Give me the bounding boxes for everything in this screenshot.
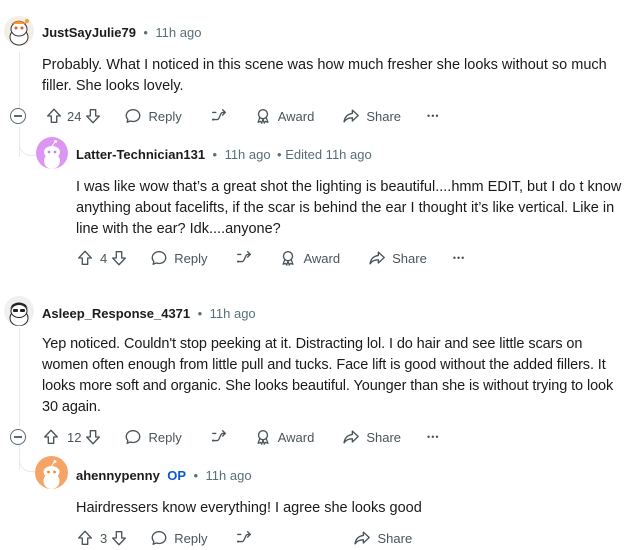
branch-icon[interactable]: [235, 529, 253, 547]
vote-count: 24: [67, 108, 82, 124]
reply-label: Reply: [148, 429, 182, 445]
reply-button[interactable]: Reply: [124, 428, 182, 446]
avatar[interactable]: [4, 296, 34, 326]
share-arrow-icon: [342, 107, 360, 125]
share-button[interactable]: Share: [368, 249, 427, 267]
share-arrow-icon: [368, 249, 386, 267]
reply-button[interactable]: Reply: [150, 529, 207, 547]
op-badge: OP: [167, 468, 187, 483]
username[interactable]: JustSayJulie79: [42, 25, 136, 40]
award-label: Award: [303, 250, 341, 266]
edited-label: • Edited 11h ago: [277, 147, 372, 162]
share-arrow-icon: [353, 529, 371, 547]
share-button[interactable]: Share: [342, 428, 401, 446]
avatar[interactable]: [36, 137, 68, 169]
meta-dot: •: [212, 147, 218, 162]
reply-button[interactable]: Reply: [150, 249, 207, 267]
more-options-button[interactable]: •••: [427, 111, 439, 121]
award-ribbon-icon: [279, 249, 297, 267]
award-ribbon-icon: [254, 107, 272, 125]
reply-label: Reply: [174, 530, 208, 546]
username[interactable]: ahennypenny: [76, 468, 160, 483]
comment-actions: 24 Reply Award Share •••: [45, 104, 440, 128]
upvote-icon[interactable]: [76, 529, 94, 547]
collapse-minus-icon: [14, 115, 22, 117]
username[interactable]: Latter-Technician131: [76, 147, 205, 162]
comment-body: I was like wow that’s a great shot the l…: [76, 179, 622, 237]
award-button[interactable]: Award: [279, 249, 340, 267]
vote-count: 3: [100, 530, 108, 546]
timestamp[interactable]: 11h ago: [225, 147, 271, 162]
upvote-icon[interactable]: [76, 249, 94, 267]
award-button[interactable]: Award: [254, 107, 315, 125]
share-label: Share: [366, 108, 402, 124]
reply-button[interactable]: Reply: [124, 107, 182, 125]
branch-icon[interactable]: [210, 107, 228, 125]
vote-count: 12: [67, 429, 82, 445]
reply-bubble-icon: [124, 107, 142, 125]
comment-body: Yep noticed. Couldn't stop peeking at it…: [42, 336, 614, 415]
thread-connector: [19, 445, 36, 472]
thread-connector: [19, 127, 36, 156]
collapse-button[interactable]: [10, 108, 26, 124]
upvote-icon[interactable]: [42, 428, 60, 446]
comment-actions: 4 Reply Award Share •••: [76, 246, 465, 270]
reply-label: Reply: [174, 250, 208, 266]
more-options-button[interactable]: •••: [453, 253, 465, 263]
share-label: Share: [392, 250, 427, 266]
vote-count: 4: [100, 250, 108, 266]
meta-dot: •: [193, 468, 199, 483]
thread-line: [19, 328, 20, 426]
award-button[interactable]: Award: [254, 428, 315, 446]
username[interactable]: Asleep_Response_4371: [42, 306, 190, 321]
downvote-icon[interactable]: [84, 107, 102, 125]
comment-body: Hairdressers know everything! I agree sh…: [76, 500, 422, 516]
timestamp[interactable]: 11h ago: [155, 25, 201, 40]
share-button[interactable]: Share: [342, 107, 401, 125]
comment-actions: 3 Reply Share: [76, 526, 412, 550]
branch-icon[interactable]: [210, 428, 228, 446]
award-label: Award: [277, 108, 315, 124]
branch-icon[interactable]: [235, 249, 253, 267]
comment-body: Probably. What I noticed in this scene w…: [42, 57, 607, 94]
share-label: Share: [366, 429, 402, 445]
share-label: Share: [377, 530, 413, 546]
collapse-button[interactable]: [10, 429, 26, 445]
collapse-minus-icon: [14, 436, 22, 438]
downvote-icon[interactable]: [110, 249, 128, 267]
downvote-icon[interactable]: [110, 529, 128, 547]
award-ribbon-icon: [254, 428, 272, 446]
upvote-icon[interactable]: [45, 107, 63, 125]
meta-dot: •: [197, 306, 203, 321]
more-options-button[interactable]: •••: [427, 432, 439, 442]
thread-line: [19, 52, 20, 110]
reply-bubble-icon: [150, 249, 168, 267]
share-arrow-icon: [342, 428, 360, 446]
reply-bubble-icon: [150, 529, 168, 547]
avatar[interactable]: [35, 456, 68, 489]
meta-dot: •: [143, 25, 148, 40]
reply-bubble-icon: [124, 428, 142, 446]
comment-actions: 12 Reply Award Share •••: [42, 425, 440, 449]
timestamp[interactable]: 11h ago: [210, 306, 256, 321]
award-label: Award: [277, 429, 315, 445]
timestamp[interactable]: 11h ago: [206, 468, 252, 483]
share-button[interactable]: Share: [353, 529, 412, 547]
reply-label: Reply: [148, 108, 182, 124]
downvote-icon[interactable]: [84, 428, 102, 446]
avatar[interactable]: [4, 16, 34, 46]
